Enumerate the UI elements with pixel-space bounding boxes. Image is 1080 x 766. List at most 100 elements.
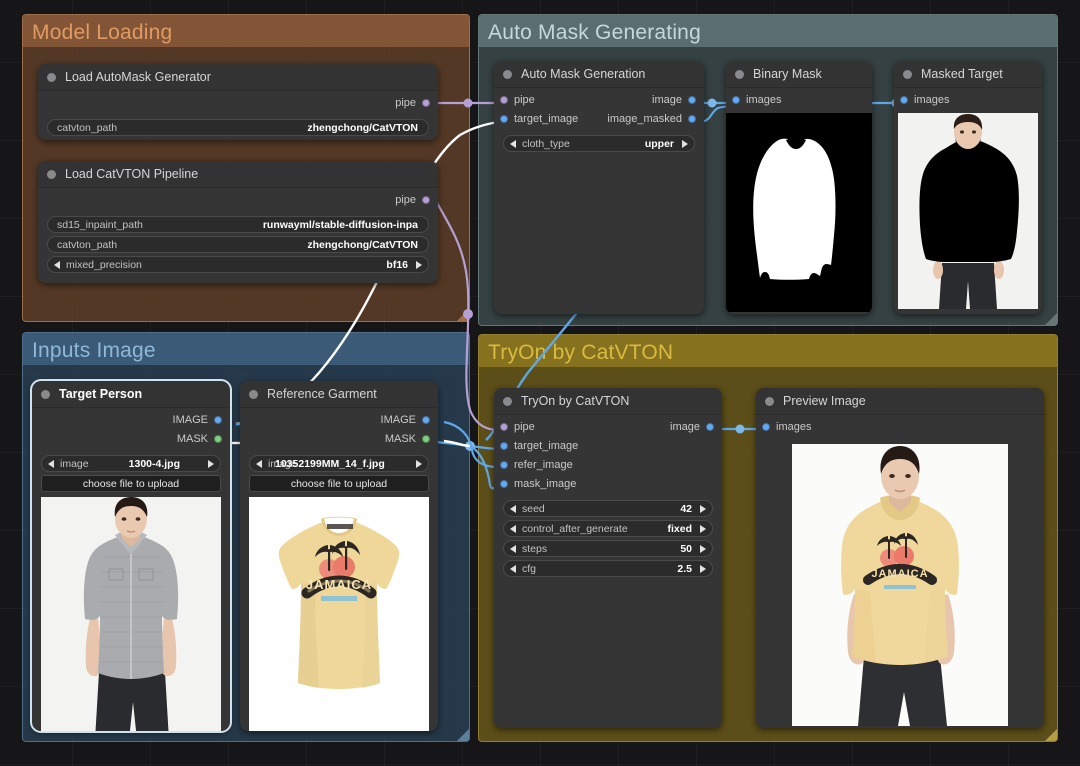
group-resize-handle[interactable] [1045,729,1057,741]
image-port-icon[interactable] [688,96,696,104]
output-slot-image[interactable]: IMAGE [173,414,222,426]
chevron-left-icon[interactable] [256,459,262,468]
image-port-icon[interactable] [900,96,908,104]
group-title-tryon-by-catvton: TryOn by CatVTON [488,341,674,364]
image-port-icon[interactable] [500,442,508,450]
chevron-left-icon[interactable] [54,260,60,269]
node-preview-image[interactable]: Preview Image images JAMAICA [756,388,1044,728]
node-header[interactable]: Masked Target [894,61,1042,88]
choose-file-to-upload-button[interactable]: choose file to upload [249,475,429,492]
image-port-icon[interactable] [706,423,714,431]
output-slot-label: pipe [395,194,416,206]
pipe-port-icon[interactable] [422,99,430,107]
node-header[interactable]: Preview Image [756,388,1044,415]
image-port-icon[interactable] [422,416,430,424]
collapse-icon[interactable] [503,69,512,79]
group-resize-handle[interactable] [457,729,469,741]
output-slot-image[interactable]: IMAGE [381,414,430,426]
output-slot-pipe[interactable]: pipe [395,194,430,206]
chevron-left-icon[interactable] [510,564,516,573]
node-tryon-by-catvton[interactable]: TryOn by CatVTON pipe image target_image [494,388,722,728]
collapse-icon[interactable] [735,69,744,79]
image-port-icon[interactable] [500,480,508,488]
node-header[interactable]: Binary Mask [726,61,872,88]
collapse-icon[interactable] [41,389,50,399]
node-auto-mask-generation[interactable]: Auto Mask Generation pipe image target_i… [494,61,704,314]
input-slot-mask-image[interactable]: mask_image [500,478,576,490]
widget-steps[interactable]: steps 50 [503,540,713,557]
image-port-icon[interactable] [500,461,508,469]
widget-mixed-precision[interactable]: mixed_precision bf16 [47,256,429,273]
widget-label: mixed_precision [66,258,142,271]
chevron-left-icon[interactable] [48,459,54,468]
image-port-icon[interactable] [732,96,740,104]
input-slot-images[interactable]: images [762,421,811,433]
mask-port-icon[interactable] [214,435,222,443]
chevron-right-icon[interactable] [682,139,688,148]
node-header[interactable]: Auto Mask Generation [494,61,704,88]
image-port-icon[interactable] [688,115,696,123]
input-slot-target-image[interactable]: target_image [500,440,578,452]
widget-catvton-path[interactable]: catvton_path zhengchong/CatVTON [47,119,429,136]
collapse-icon[interactable] [503,396,512,406]
widget-cloth-type[interactable]: cloth_type upper [503,135,695,152]
chevron-left-icon[interactable] [510,524,516,533]
output-slot-mask[interactable]: MASK [177,433,222,445]
collapse-icon[interactable] [765,396,774,406]
comfyui-canvas[interactable]: Model Loading Auto Mask Generating Input… [0,0,1080,766]
node-header[interactable]: Reference Garment [240,381,438,408]
chevron-right-icon[interactable] [700,564,706,573]
output-slot-image[interactable]: image [670,421,714,433]
node-target-person[interactable]: Target Person IMAGE MASK image 1300-4.jp… [30,379,232,733]
node-masked-target[interactable]: Masked Target images [894,61,1042,314]
node-load-catvton-pipeline[interactable]: Load CatVTON Pipeline pipe sd15_inpaint_… [38,161,438,283]
pipe-port-icon[interactable] [422,196,430,204]
pipe-port-icon[interactable] [500,96,508,104]
node-header[interactable]: Target Person [32,381,230,408]
chevron-right-icon[interactable] [700,504,706,513]
group-resize-handle[interactable] [1045,313,1057,325]
chevron-right-icon[interactable] [416,260,422,269]
input-slot-refer-image[interactable]: refer_image [500,459,573,471]
node-header[interactable]: Load CatVTON Pipeline [38,161,438,188]
image-port-icon[interactable] [762,423,770,431]
output-slot-mask[interactable]: MASK [385,433,430,445]
widget-control-after-generate[interactable]: control_after_generate fixed [503,520,713,537]
collapse-icon[interactable] [47,72,56,82]
chevron-right-icon[interactable] [416,459,422,468]
node-reference-garment[interactable]: Reference Garment IMAGE MASK image 10352… [240,381,438,731]
input-slot-pipe[interactable]: pipe [500,94,535,106]
chevron-left-icon[interactable] [510,139,516,148]
output-slot-image[interactable]: image [652,94,696,106]
collapse-icon[interactable] [47,169,56,179]
chevron-right-icon[interactable] [208,459,214,468]
output-slot-pipe[interactable]: pipe [395,97,430,109]
chevron-right-icon[interactable] [700,524,706,533]
widget-image-select[interactable]: image 10352199MM_14_f.jpg [249,455,429,472]
node-header[interactable]: Load AutoMask Generator [38,64,438,91]
choose-file-to-upload-button[interactable]: choose file to upload [41,475,221,492]
image-port-icon[interactable] [214,416,222,424]
collapse-icon[interactable] [249,389,258,399]
node-binary-mask[interactable]: Binary Mask images [726,61,872,314]
collapse-icon[interactable] [903,69,912,79]
chevron-right-icon[interactable] [700,544,706,553]
chevron-left-icon[interactable] [510,504,516,513]
mask-port-icon[interactable] [422,435,430,443]
input-slot-target-image[interactable]: target_image [500,113,578,125]
widget-sd15-inpaint-path[interactable]: sd15_inpaint_path runwayml/stable-diffus… [47,216,429,233]
input-slot-images[interactable]: images [732,94,781,106]
group-resize-handle[interactable] [457,309,469,321]
widget-seed[interactable]: seed 42 [503,500,713,517]
node-header[interactable]: TryOn by CatVTON [494,388,722,415]
pipe-port-icon[interactable] [500,423,508,431]
input-slot-pipe[interactable]: pipe [500,421,535,433]
chevron-left-icon[interactable] [510,544,516,553]
widget-cfg[interactable]: cfg 2.5 [503,560,713,577]
widget-image-select[interactable]: image 1300-4.jpg [41,455,221,472]
node-load-automask-generator[interactable]: Load AutoMask Generator pipe catvton_pat… [38,64,438,140]
widget-catvton-path[interactable]: catvton_path zhengchong/CatVTON [47,236,429,253]
image-port-icon[interactable] [500,115,508,123]
output-slot-image-masked[interactable]: image_masked [607,113,696,125]
input-slot-images[interactable]: images [900,94,949,106]
